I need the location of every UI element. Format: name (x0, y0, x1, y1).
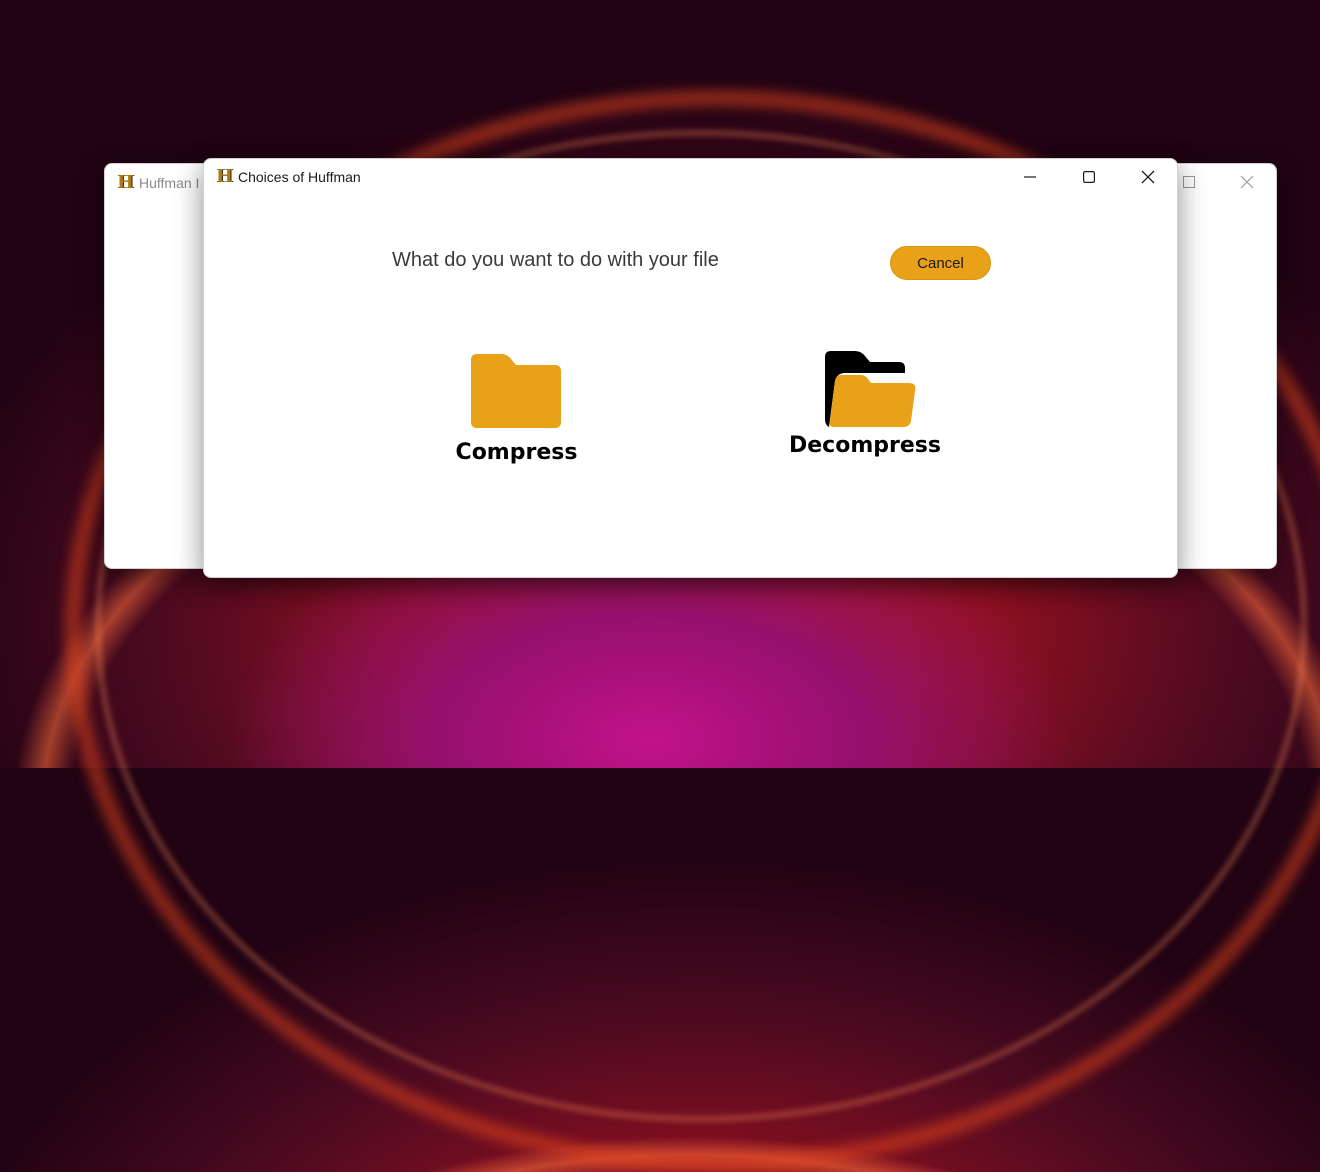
dialog-title: Choices of Huffman (238, 169, 361, 185)
app-logo-icon: H (216, 166, 234, 187)
close-button[interactable] (1125, 159, 1171, 195)
folder-icon (471, 354, 561, 428)
minimize-icon (1024, 176, 1036, 178)
close-icon (1240, 175, 1254, 189)
minimize-button[interactable] (1007, 159, 1053, 195)
close-button[interactable] (1224, 164, 1270, 200)
app-logo-icon: H (117, 172, 135, 193)
choices-dialog[interactable]: H Choices of Huffman What do you want to… (203, 158, 1178, 578)
close-icon (1141, 170, 1155, 184)
maximize-icon (1083, 171, 1095, 183)
prompt-text: What do you want to do with your file (392, 249, 719, 271)
maximize-button[interactable] (1066, 159, 1112, 195)
maximize-icon (1183, 176, 1195, 188)
dialog-titlebar[interactable]: H Choices of Huffman (204, 159, 1177, 195)
open-folder-icon (825, 351, 916, 427)
cancel-button[interactable]: Cancel (890, 246, 991, 280)
background-window-title: Huffman I (139, 175, 200, 191)
decompress-label: Decompress (789, 433, 941, 458)
compress-label: Compress (455, 440, 578, 465)
